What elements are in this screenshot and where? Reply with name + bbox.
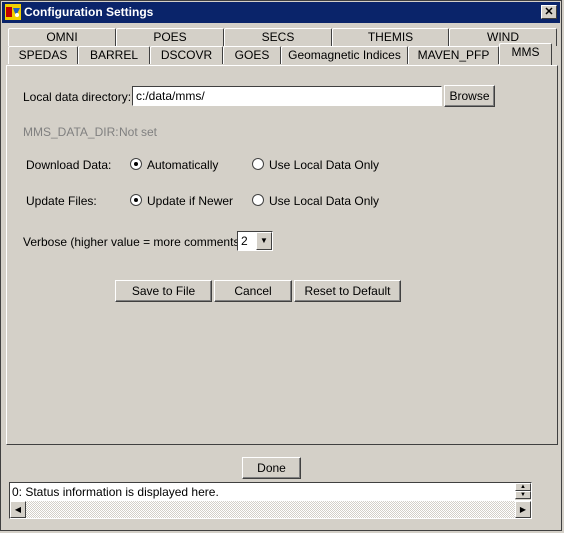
title-bar[interactable]: Configuration Settings ✕ (2, 2, 560, 23)
hscroll-track[interactable] (26, 501, 515, 518)
status-area: 0: Status information is displayed here.… (9, 482, 532, 519)
tab-barrel[interactable]: BARREL (78, 46, 150, 64)
status-vscroll[interactable]: ▲ ▼ (515, 483, 531, 500)
update-local-label[interactable]: Use Local Data Only (269, 194, 379, 208)
app-icon (5, 4, 21, 20)
tab-omni[interactable]: OMNI (8, 28, 116, 46)
scroll-right-icon[interactable]: ▶ (515, 501, 531, 518)
config-window: Configuration Settings ✕ OMNI POES SECS … (0, 0, 562, 531)
tab-goes[interactable]: GOES (223, 46, 281, 64)
tab-secs[interactable]: SECS (224, 28, 332, 46)
update-local-radio[interactable] (252, 194, 264, 206)
update-newer-label[interactable]: Update if Newer (147, 194, 233, 208)
window-title: Configuration Settings (24, 5, 154, 19)
env-var-label: MMS_DATA_DIR: (23, 125, 119, 139)
tab-geomagnetic-indices[interactable]: Geomagnetic Indices (281, 46, 408, 64)
cancel-button[interactable]: Cancel (214, 280, 292, 302)
local-dir-label: Local data directory: (23, 90, 132, 104)
download-local-radio[interactable] (252, 158, 264, 170)
tab-themis[interactable]: THEMIS (332, 28, 449, 46)
env-var-value: Not set (119, 125, 158, 139)
verbose-select[interactable]: 2 ▼ (237, 231, 273, 251)
status-hscroll[interactable]: ◀ ▶ (10, 501, 531, 518)
tab-poes[interactable]: POES (116, 28, 224, 46)
download-local-label[interactable]: Use Local Data Only (269, 158, 379, 172)
download-auto-label[interactable]: Automatically (147, 158, 218, 172)
scroll-down-icon[interactable]: ▼ (515, 491, 531, 499)
save-to-file-button[interactable]: Save to File (115, 280, 212, 302)
done-button[interactable]: Done (242, 457, 301, 479)
download-data-label: Download Data: (26, 158, 112, 172)
chevron-down-icon[interactable]: ▼ (256, 232, 272, 250)
tab-spedas[interactable]: SPEDAS (8, 46, 78, 64)
scroll-left-icon[interactable]: ◀ (10, 501, 26, 518)
download-auto-radio[interactable] (130, 158, 142, 170)
tab-mms[interactable]: MMS (499, 43, 552, 65)
browse-button[interactable]: Browse (444, 85, 495, 107)
mms-panel (6, 65, 558, 445)
tab-dscovr[interactable]: DSCOVR (150, 46, 223, 64)
status-text: 0: Status information is displayed here. (12, 485, 219, 499)
reset-to-default-button[interactable]: Reset to Default (294, 280, 401, 302)
update-files-label: Update Files: (26, 194, 97, 208)
verbose-value: 2 (241, 234, 248, 248)
scroll-up-icon[interactable]: ▲ (515, 483, 531, 491)
local-dir-input[interactable]: c:/data/mms/ (132, 86, 442, 106)
update-newer-radio[interactable] (130, 194, 142, 206)
verbose-label: Verbose (higher value = more comments): (23, 235, 247, 249)
close-icon[interactable]: ✕ (541, 5, 557, 19)
tab-maven-pfp[interactable]: MAVEN_PFP (408, 46, 499, 64)
